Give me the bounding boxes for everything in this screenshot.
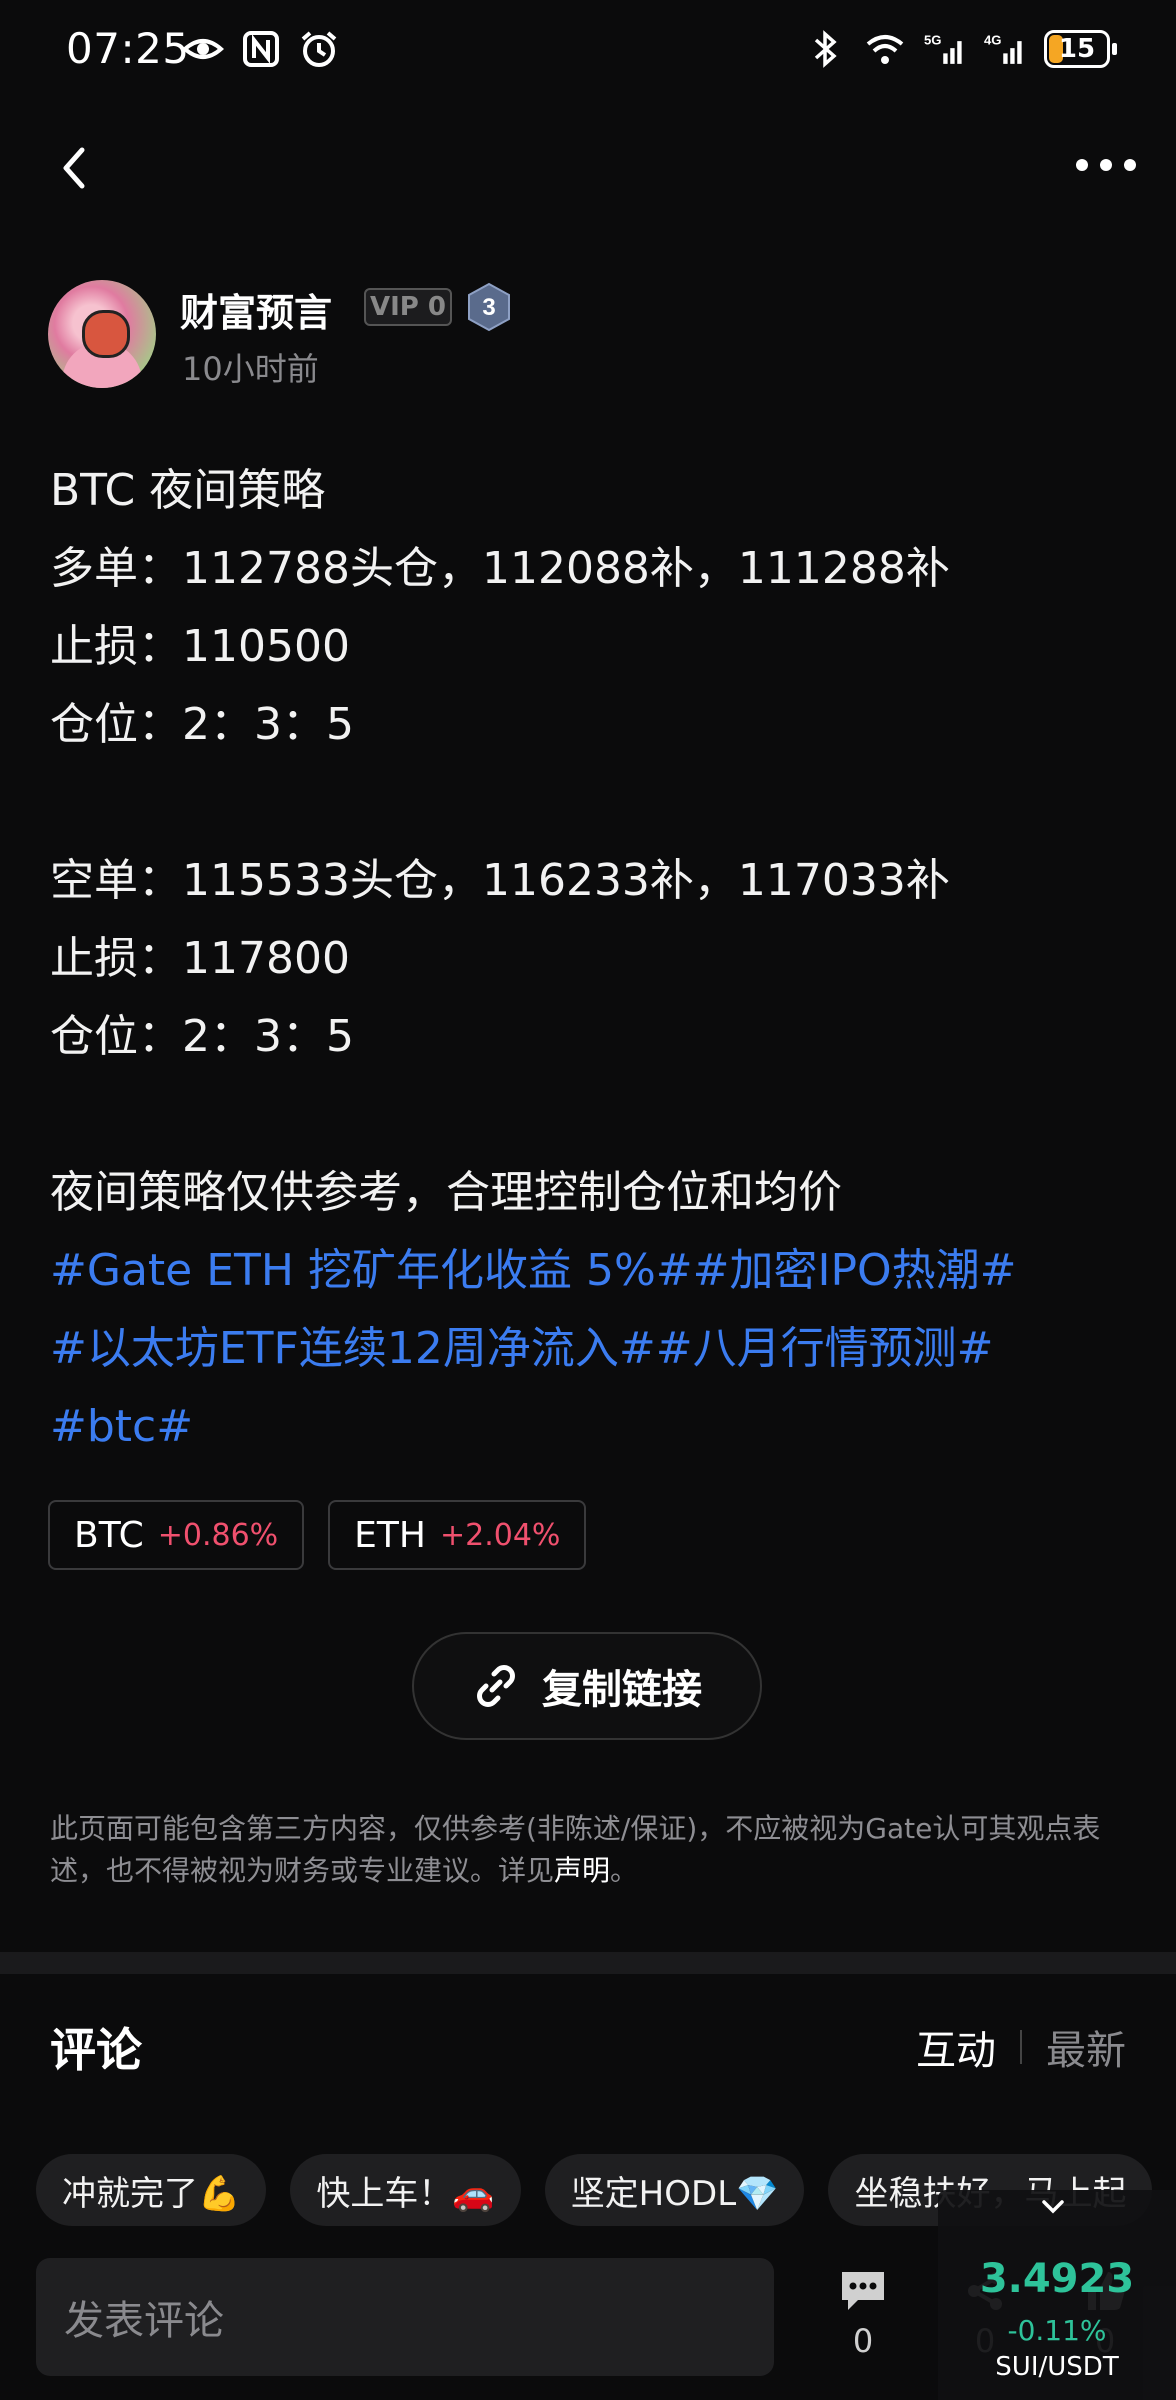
tab-interactive[interactable]: 互动 xyxy=(916,2018,996,2076)
chevron-down-icon[interactable] xyxy=(1038,2192,1068,2222)
svg-text:3: 3 xyxy=(482,294,495,321)
battery-level: 15 xyxy=(1058,34,1096,64)
comment-input[interactable]: 发表评论 xyxy=(36,2258,774,2376)
status-bar: 07:25 5G 4G 15 xyxy=(0,0,1176,100)
post-line: 止损：110500 xyxy=(50,621,350,672)
ticker-change: +2.04% xyxy=(439,1517,561,1553)
eye-icon xyxy=(182,39,224,59)
more-dot-icon xyxy=(1124,159,1136,171)
disclaimer-end: 。 xyxy=(610,1854,639,1887)
tab-latest[interactable]: 最新 xyxy=(1046,2018,1126,2076)
comment-button[interactable]: 0 xyxy=(818,2266,908,2376)
signal-4g-icon: 4G xyxy=(984,33,1022,64)
price-value: 3.4923 xyxy=(979,2256,1135,2302)
hashtag-list: #Gate ETH 挖矿年化收益 5%##加密IPO热潮# #以太坊ETF连续1… xyxy=(50,1232,1140,1466)
comments-title: 评论 xyxy=(50,2023,142,2077)
wifi-icon xyxy=(866,35,904,64)
alarm-icon xyxy=(301,31,337,67)
ticker-symbol: BTC xyxy=(74,1514,144,1556)
comment-count: 0 xyxy=(852,2322,874,2360)
copy-link-button[interactable]: 复制链接 xyxy=(412,1632,762,1740)
author-name[interactable]: 财富预言 xyxy=(180,282,332,337)
post-line: BTC 夜间策略 xyxy=(50,465,326,516)
trading-pair: SUI/USDT xyxy=(995,2352,1119,2382)
ticker-chip-eth[interactable]: ETH +2.04% xyxy=(328,1500,587,1570)
post-body: BTC 夜间策略 多单：112788头仓，112088补，111288补 止损：… xyxy=(50,452,1130,1232)
disclaimer: 此页面可能包含第三方内容，仅供参考(非陈述/保证)，不应被视为Gate认可其观点… xyxy=(50,1808,1130,1892)
copy-link-label: 复制链接 xyxy=(542,1667,702,1713)
bluetooth-icon xyxy=(814,30,837,68)
battery-indicator: 15 xyxy=(1044,30,1117,68)
tab-separator xyxy=(1020,2030,1022,2064)
floating-price-widget[interactable]: 3.4923 -0.11% SUI/USDT xyxy=(938,2190,1176,2400)
avatar[interactable] xyxy=(48,280,156,388)
more-options-button[interactable] xyxy=(1076,150,1136,180)
post-line: 止损：117800 xyxy=(50,933,350,984)
post-time: 10小时前 xyxy=(182,350,319,388)
link-icon xyxy=(477,1665,515,1707)
quick-reply-chip[interactable]: 坚定HODL💎 xyxy=(544,2154,805,2226)
post-line-blank xyxy=(50,764,1130,842)
post-line: 空单：115533头仓，116233补，117033补 xyxy=(50,855,950,906)
ticker-chips: BTC +0.86% ETH +2.04% xyxy=(48,1500,587,1570)
svg-text:5G: 5G xyxy=(924,33,942,48)
svg-text:4G: 4G xyxy=(984,33,1002,48)
signal-5g-icon: 5G xyxy=(924,33,962,64)
disclaimer-link[interactable]: 声明 xyxy=(554,1854,610,1887)
hashtag-link[interactable]: #加密IPO热潮# xyxy=(693,1245,1017,1296)
hashtag-link[interactable]: #八月行情预测# xyxy=(656,1323,994,1374)
more-dot-icon xyxy=(1076,159,1088,171)
quick-reply-chip[interactable]: 快上车！🚗 xyxy=(290,2154,521,2226)
post-line: 多单：112788头仓，112088补，111288补 xyxy=(50,543,950,594)
nfc-icon xyxy=(243,31,279,67)
ticker-symbol: ETH xyxy=(354,1514,426,1556)
status-time: 07:25 xyxy=(66,24,190,73)
back-arrow-icon[interactable] xyxy=(52,140,96,196)
post-line: 仓位：2：3：5 xyxy=(50,1011,354,1062)
ticker-chip-btc[interactable]: BTC +0.86% xyxy=(48,1500,305,1570)
post-line-blank xyxy=(50,1076,1130,1154)
hashtag-link[interactable]: #以太坊ETF连续12周净流入# xyxy=(50,1323,656,1374)
comment-icon xyxy=(842,2272,884,2310)
post-line: 夜间策略仅供参考，合理控制仓位和均价 xyxy=(50,1167,842,1218)
hashtag-link[interactable]: #Gate ETH 挖矿年化收益 5%# xyxy=(50,1245,693,1296)
quick-reply-chip[interactable]: 冲就完了💪 xyxy=(36,2154,267,2226)
hashtag-link[interactable]: #btc# xyxy=(50,1401,193,1452)
vip-badge: VIP 0 xyxy=(364,288,452,326)
price-change: -0.11% xyxy=(1007,2314,1107,2347)
more-dot-icon xyxy=(1100,159,1112,171)
comments-tabs: 互动 最新 xyxy=(916,2018,1126,2076)
post-line: 仓位：2：3：5 xyxy=(50,699,354,750)
ticker-change: +0.86% xyxy=(157,1517,279,1553)
level-badge: 3 xyxy=(468,282,510,332)
section-divider xyxy=(0,1952,1176,1974)
